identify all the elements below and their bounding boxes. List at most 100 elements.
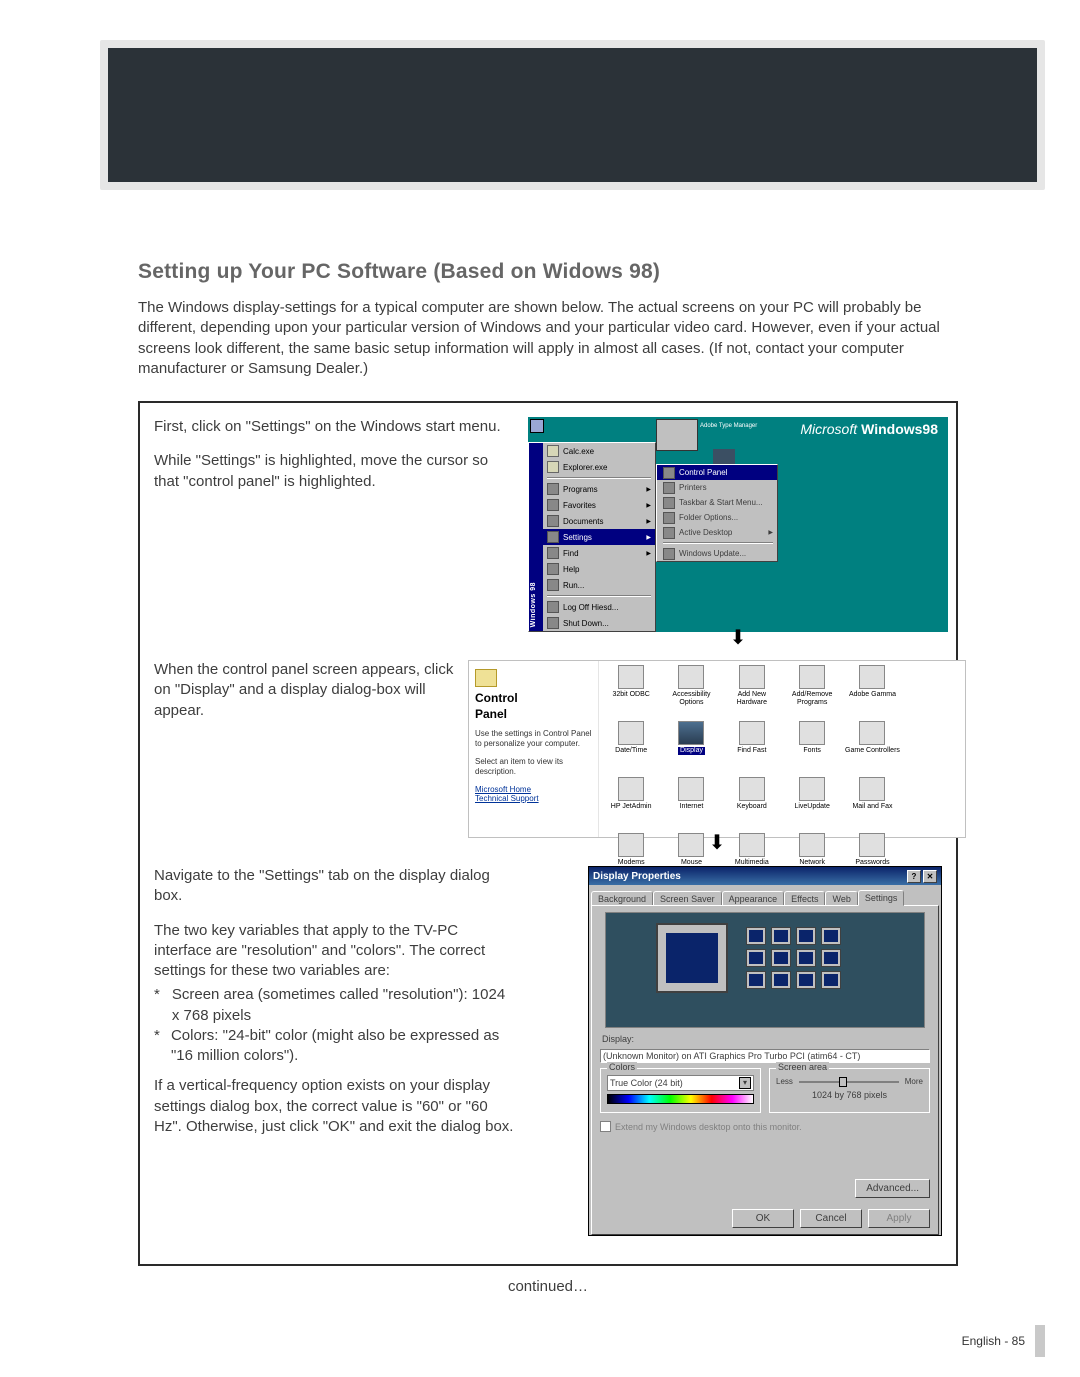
monitor-mini[interactable] [796, 971, 816, 989]
menu-item-label: Control Panel [679, 468, 727, 477]
dialog-tab[interactable]: Web [825, 891, 857, 906]
start-menu-recent-item[interactable]: Calc.exe [529, 443, 655, 459]
dialog-buttons: OK Cancel Apply [732, 1209, 930, 1228]
monitor-mini[interactable] [746, 927, 766, 945]
dialog-tab[interactable]: Screen Saver [653, 891, 722, 906]
slider-track[interactable] [799, 1081, 899, 1083]
control-panel-item[interactable]: Internet [661, 777, 721, 833]
control-panel-item[interactable]: HP JetAdmin [601, 777, 661, 833]
start-menu-item[interactable]: Run... [529, 577, 655, 593]
monitor-mini[interactable] [821, 971, 841, 989]
start-menu-item[interactable]: Log Off Hiesd... [529, 599, 655, 615]
submenu-item[interactable]: Taskbar & Start Menu... [657, 495, 777, 510]
control-panel-item-label: Accessibility Options [662, 691, 720, 706]
control-panel-item[interactable]: LiveUpdate [782, 777, 842, 833]
control-panel-item[interactable]: Mail and Fax [842, 777, 902, 833]
control-panel-item[interactable]: Add/Remove Programs [782, 665, 842, 721]
ok-button[interactable]: OK [732, 1209, 794, 1228]
monitor-mini[interactable] [771, 971, 791, 989]
start-menu-item[interactable]: Favorites▶ [529, 497, 655, 513]
control-panel-item[interactable]: Add New Hardware [722, 665, 782, 721]
control-panel-item[interactable]: Date/Time [601, 721, 661, 777]
control-panel-hint: Select an item to view its description. [475, 757, 592, 777]
slider-thumb[interactable] [839, 1077, 847, 1087]
submenu-item[interactable]: Control Panel [657, 465, 777, 480]
dialog-tab[interactable]: Background [591, 891, 653, 906]
extend-checkbox[interactable] [600, 1121, 611, 1132]
menu-item-label: Folder Options... [679, 513, 738, 522]
monitor-mini[interactable] [771, 927, 791, 945]
control-panel-item[interactable]: Adobe Gamma [842, 665, 902, 721]
close-button[interactable]: ✕ [923, 870, 937, 883]
menu-item-icon [547, 579, 559, 591]
display-dropdown[interactable]: (Unknown Monitor) on ATI Graphics Pro Tu… [600, 1049, 930, 1063]
control-panel-item[interactable]: Game Controllers [842, 721, 902, 777]
monitor-1[interactable]: 1 [656, 923, 728, 993]
control-panel-item-icon [678, 777, 704, 801]
submenu-item[interactable]: Printers [657, 480, 777, 495]
menu-item-label: Programs [563, 485, 598, 494]
cancel-button[interactable]: Cancel [800, 1209, 862, 1228]
monitor-mini[interactable] [821, 949, 841, 967]
continued-note: continued… [138, 1278, 958, 1295]
link-technical-support[interactable]: Technical Support [475, 794, 592, 803]
monitor-mini[interactable] [821, 927, 841, 945]
colors-dropdown[interactable]: True Color (24 bit) ▾ [607, 1075, 754, 1091]
content-area: Setting up Your PC Software (Based on Wi… [138, 260, 958, 1295]
menu-item-icon [547, 515, 559, 527]
dialog-tab[interactable]: Settings [858, 890, 905, 906]
menu-item-icon [663, 527, 675, 539]
start-menu[interactable]: Windows 98 Calc.exeExplorer.exePrograms▶… [528, 442, 656, 632]
step-arrow-icon: ⬇ [709, 830, 726, 855]
start-menu-item[interactable]: Documents▶ [529, 513, 655, 529]
monitor-mini[interactable] [796, 949, 816, 967]
start-menu-item[interactable]: Programs▶ [529, 481, 655, 497]
menu-item-icon [547, 445, 559, 457]
menu-item-icon [547, 483, 559, 495]
submenu-item[interactable]: Windows Update... [657, 546, 777, 561]
start-menu-item[interactable]: Shut Down... [529, 615, 655, 631]
step-arrow-icon: ⬇ [730, 625, 747, 650]
control-panel-item[interactable]: 32bit ODBC [601, 665, 661, 721]
menu-item-label: Windows Update... [679, 549, 746, 558]
step-3: Navigate to the "Settings" tab on the di… [154, 866, 942, 1236]
dialog-tab[interactable]: Appearance [722, 891, 785, 906]
control-panel-item-icon [799, 833, 825, 857]
submenu-arrow-icon: ▶ [646, 550, 651, 557]
monitor-mini[interactable] [771, 949, 791, 967]
menu-item-icon [663, 512, 675, 524]
submenu-arrow-icon: ▶ [646, 518, 651, 525]
monitor-mini[interactable] [746, 971, 766, 989]
start-menu-recent-item[interactable]: Explorer.exe [529, 459, 655, 475]
help-button[interactable]: ? [907, 870, 921, 883]
submenu-item[interactable]: Active Desktop▶ [657, 525, 777, 540]
control-panel-item[interactable]: Fonts [782, 721, 842, 777]
submenu-item[interactable]: Folder Options... [657, 510, 777, 525]
control-panel-item[interactable]: Keyboard [722, 777, 782, 833]
extend-checkbox-row: Extend my Windows desktop onto this moni… [600, 1121, 930, 1132]
menu-item-label: Help [563, 565, 579, 574]
link-microsoft-home[interactable]: Microsoft Home [475, 785, 592, 794]
apply-button[interactable]: Apply [868, 1209, 930, 1228]
submenu-arrow-icon: ▶ [768, 529, 773, 536]
start-menu-item[interactable]: Settings▶ [529, 529, 655, 545]
adobe-icon[interactable] [656, 419, 698, 451]
monitor-mini[interactable] [796, 927, 816, 945]
control-panel-item-icon [859, 833, 885, 857]
settings-submenu[interactable]: Control Panel PrintersTaskbar & Start Men… [656, 464, 778, 562]
advanced-button[interactable]: Advanced... [855, 1179, 930, 1198]
top-banner-inner [108, 48, 1037, 182]
control-panel-item[interactable]: Find Fast [722, 721, 782, 777]
start-menu-item[interactable]: Find▶ [529, 545, 655, 561]
control-panel-item[interactable]: Display [661, 721, 721, 777]
dialog-tab[interactable]: Effects [784, 891, 825, 906]
chevron-down-icon: ▾ [739, 1077, 751, 1089]
resolution-slider[interactable]: Less More [776, 1077, 923, 1086]
control-panel-item-icon [678, 833, 704, 857]
start-menu-item[interactable]: Help [529, 561, 655, 577]
settings-groups: Colors True Color (24 bit) ▾ [600, 1068, 930, 1113]
step-3-text: Navigate to the "Settings" tab on the di… [154, 866, 514, 1137]
monitor-mini[interactable] [746, 949, 766, 967]
corner-icon [530, 419, 544, 433]
control-panel-item[interactable]: Accessibility Options [661, 665, 721, 721]
